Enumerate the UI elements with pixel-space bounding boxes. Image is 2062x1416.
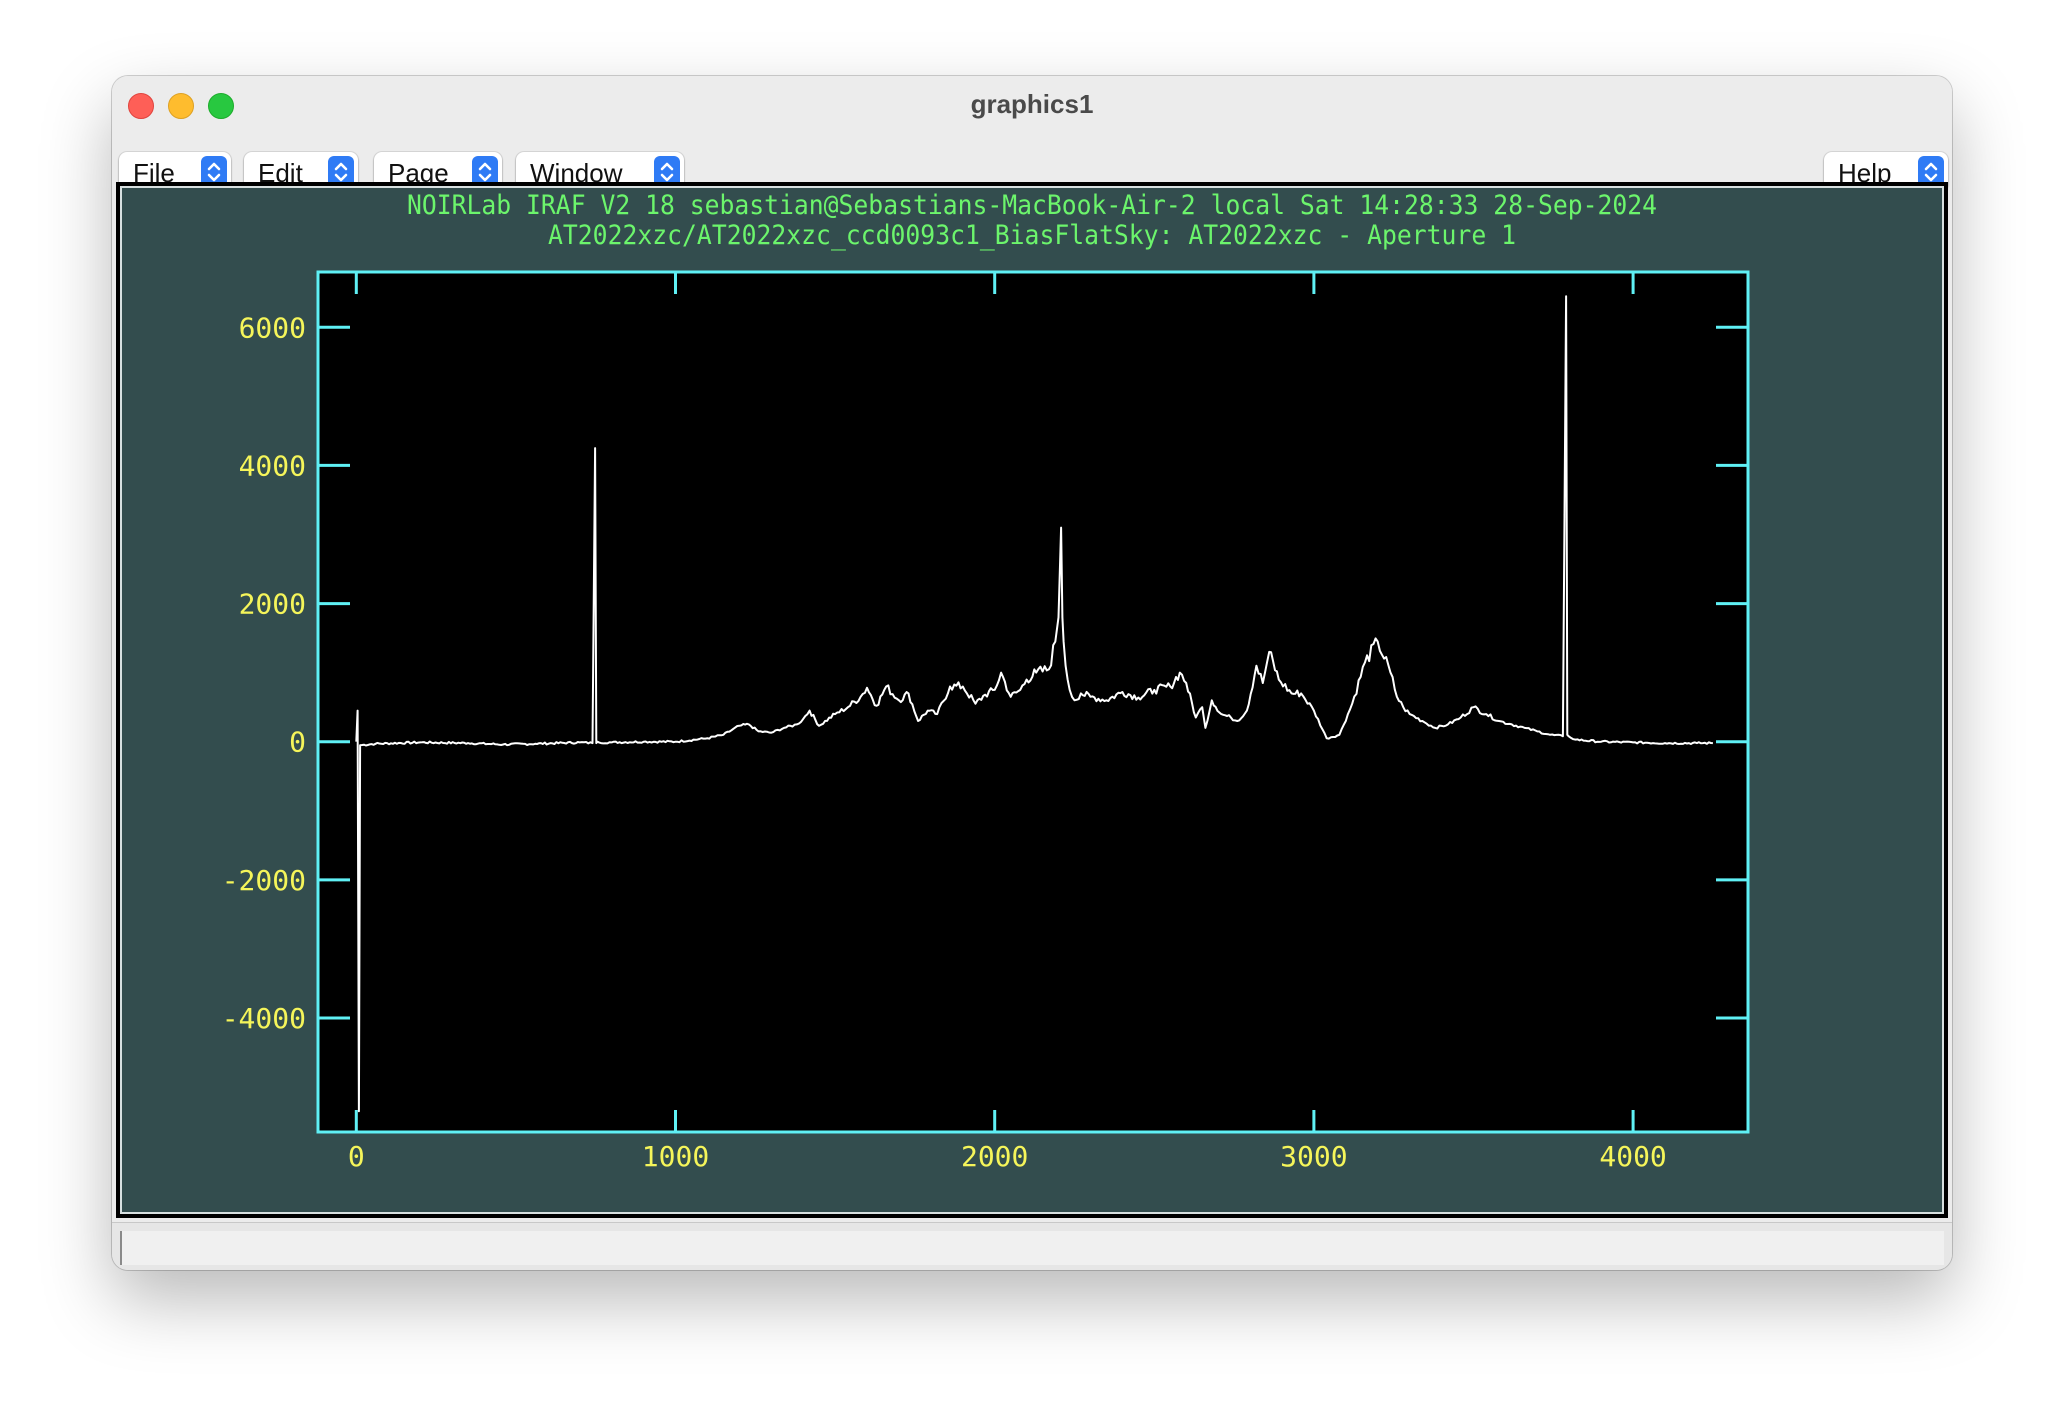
y-tick-label: 4000 [239,449,306,482]
x-tick-label: 1000 [642,1140,709,1173]
y-tick-label: -2000 [222,864,306,897]
status-text-field[interactable] [120,1231,1944,1265]
title-bar[interactable]: graphics1 [112,76,1952,132]
window-title: graphics1 [970,89,1094,119]
y-tick-label: 0 [289,726,306,759]
x-tick-label: 0 [348,1140,365,1173]
graphics-canvas[interactable]: NOIRLab IRAF V2 18 sebastian@Sebastians-… [116,182,1948,1218]
y-tick-label: -4000 [222,1002,306,1035]
plot-area [316,270,1750,1134]
plot-subtitle: AT2022xzc/AT2022xzc_ccd0093c1_BiasFlatSk… [548,220,1516,251]
y-tick-label: 6000 [239,311,306,344]
x-tick-label: 4000 [1599,1140,1666,1173]
x-tick-label: 3000 [1280,1140,1347,1173]
graphics-window: graphics1 File Edit Page Window Help NOI… [112,76,1952,1270]
status-bar [112,1222,1952,1270]
y-tick-label: 2000 [239,588,306,621]
spectrum-plot[interactable]: NOIRLab IRAF V2 18 sebastian@Sebastians-… [116,182,1948,1218]
plot-title: NOIRLab IRAF V2 18 sebastian@Sebastians-… [407,190,1657,221]
x-tick-label: 2000 [961,1140,1028,1173]
